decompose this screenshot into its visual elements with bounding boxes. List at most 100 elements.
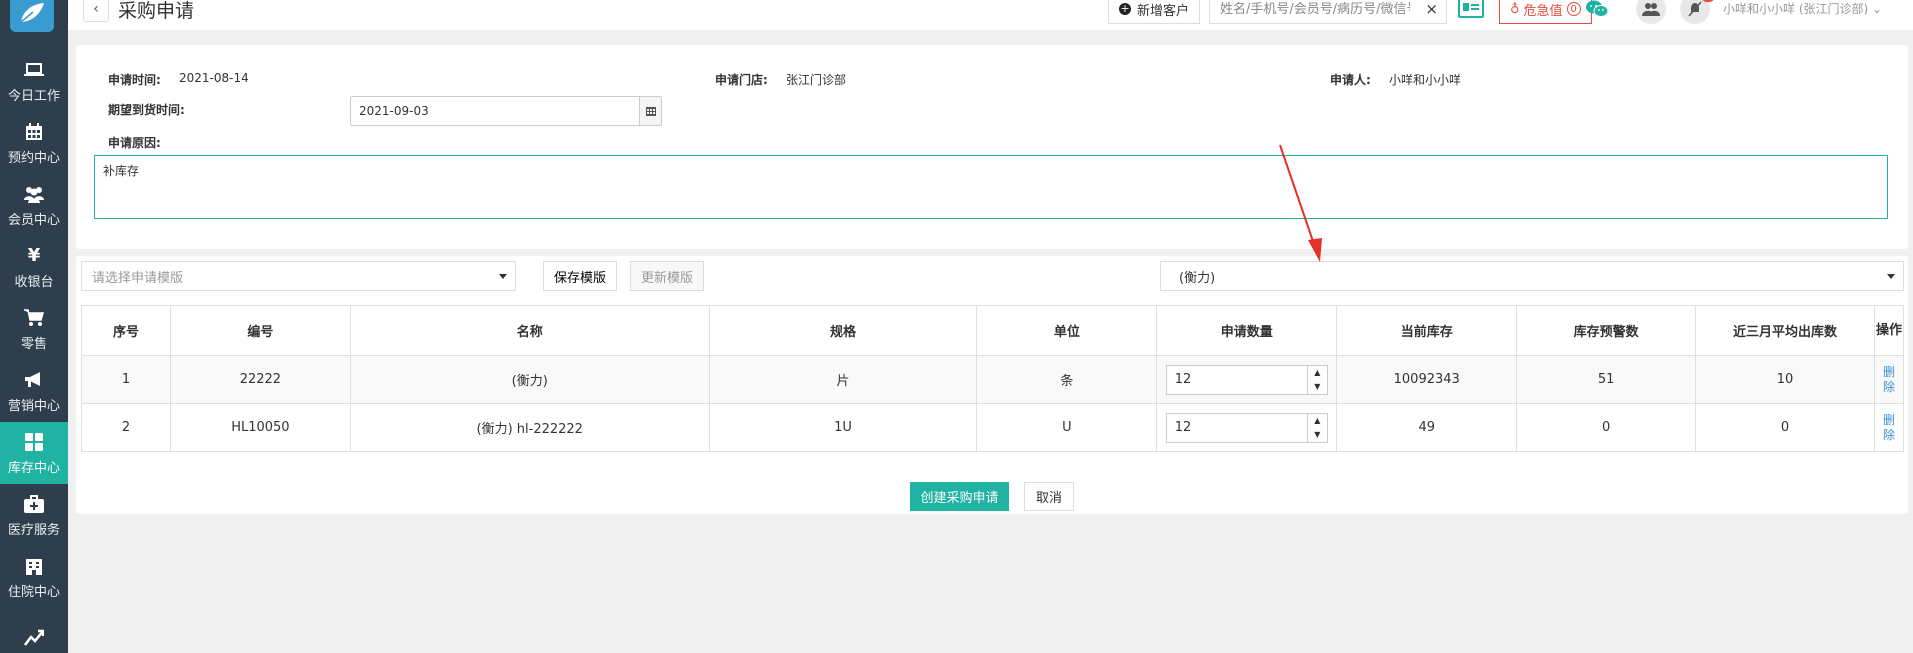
apply-time-value: 2021-08-14	[179, 71, 249, 85]
cell-code: HL10050	[169, 403, 351, 452]
critical-value-button[interactable]: ♁ 危急值 0	[1499, 0, 1592, 24]
sidebar: 今日工作 预约中心 会员中心 ¥ 收银台 零售 营销中心 库存中心 医疗服务 住…	[0, 0, 68, 653]
notification-mute-icon[interactable]	[1680, 0, 1710, 24]
stepper-arrows-icon[interactable]: ▲ ▼	[1306, 365, 1327, 394]
cell-avg: 0	[1695, 403, 1875, 452]
back-button[interactable]: ‹	[83, 0, 109, 22]
expected-date-input[interactable]	[351, 97, 631, 125]
template-select[interactable]: 请选择申请模版	[81, 261, 516, 291]
column-header: 规格	[708, 305, 978, 356]
cell-code: 22222	[169, 355, 351, 404]
expected-date-picker	[350, 96, 662, 126]
cell-action: 删除	[1873, 403, 1905, 452]
save-template-button[interactable]: 保存模版	[543, 261, 618, 291]
customer-search: ×	[1209, 0, 1447, 24]
column-header: 单位	[976, 305, 1158, 356]
column-header: 近三月平均出库数	[1695, 305, 1875, 356]
cell-avg: 10	[1695, 355, 1875, 404]
group-chat-icon[interactable]	[1636, 0, 1666, 24]
clear-icon[interactable]: ×	[1425, 0, 1438, 18]
delete-link[interactable]: 删除	[1882, 413, 1896, 443]
sidebar-item-cashier[interactable]: ¥ 收银台	[0, 236, 68, 298]
page-title: 采购申请	[118, 0, 195, 22]
cell-no: 2	[81, 403, 171, 452]
cell-warn: 0	[1516, 403, 1697, 452]
chevron-down-icon: ⌄	[1872, 2, 1883, 16]
sidebar-item-medical[interactable]: 医疗服务	[0, 484, 68, 546]
delete-link[interactable]: 删除	[1882, 365, 1896, 395]
user-menu[interactable]: 小咩和小小咩 (张江门诊部) ⌄	[1723, 0, 1882, 17]
sidebar-item-label: 今日工作	[7, 88, 60, 104]
sidebar-item-inpatient[interactable]: 住院中心	[0, 546, 68, 608]
member-card-icon[interactable]	[1458, 0, 1484, 18]
cancel-button[interactable]: 取消	[1024, 482, 1074, 511]
reason-textarea[interactable]: 补库存	[94, 155, 1888, 219]
quantity-input[interactable]	[1166, 365, 1297, 394]
new-customer-button[interactable]: + 新增客户	[1108, 0, 1201, 24]
hospital-icon	[23, 555, 45, 577]
new-customer-label: 新增客户	[1137, 3, 1190, 19]
template-select-placeholder: 请选择申请模版	[92, 270, 184, 286]
sidebar-item-members[interactable]: 会员中心	[0, 174, 68, 236]
cell-spec: 片	[708, 355, 978, 404]
column-header: 操作	[1873, 305, 1905, 356]
caret-down-icon	[1887, 274, 1895, 279]
expected-date-label: 期望到货时间:	[108, 103, 185, 117]
sidebar-item-label: 预约中心	[7, 150, 60, 166]
chart-icon	[23, 626, 45, 648]
cell-qty: ▲▼	[1156, 355, 1338, 404]
store-value: 张江门诊部	[786, 73, 847, 87]
grid-icon	[23, 431, 45, 453]
cell-unit: 条	[976, 355, 1158, 404]
applicant-label: 申请人:	[1330, 73, 1371, 87]
sidebar-item-reports[interactable]	[0, 608, 68, 653]
update-template-button[interactable]: 更新模版	[630, 261, 705, 291]
column-header: 申请数量	[1156, 305, 1338, 356]
cell-spec: 1U	[708, 403, 978, 452]
create-purchase-request-button[interactable]: 创建采购申请	[910, 482, 1009, 511]
logo[interactable]	[10, 0, 54, 32]
quantity-input[interactable]	[1166, 413, 1297, 442]
sidebar-item-label: 零售	[20, 336, 47, 352]
quantity-stepper: ▲▼	[1165, 364, 1328, 395]
items-table: 序号 编号 名称 规格 单位 申请数量 当前库存 库存预警数 近三月平均出库数 …	[81, 305, 1905, 452]
sidebar-item-inventory[interactable]: 库存中心	[0, 422, 68, 484]
cell-action: 删除	[1873, 355, 1905, 404]
cell-name: (衡力)	[349, 355, 710, 404]
sidebar-item-label: 库存中心	[7, 460, 60, 476]
top-header: ‹ 采购申请 + 新增客户 × ♁ 危急值 0 小咩和小小咩 (张江门诊部) ⌄	[68, 0, 1913, 30]
sidebar-item-label: 会员中心	[7, 212, 60, 228]
users-icon	[23, 183, 45, 205]
item-select[interactable]: (衡力)	[1160, 261, 1904, 291]
applicant-value: 小咩和小小咩	[1389, 73, 1462, 87]
calendar-icon[interactable]	[639, 97, 661, 125]
store-label: 申请门店:	[715, 73, 768, 87]
sidebar-item-label: 住院中心	[7, 584, 60, 600]
cell-stock: 10092343	[1336, 355, 1518, 404]
column-header: 序号	[81, 305, 171, 356]
quantity-stepper: ▲▼	[1165, 412, 1328, 443]
sidebar-item-appointment[interactable]: 预约中心	[0, 112, 68, 174]
leaf-logo-icon	[20, 3, 44, 23]
medkit-icon	[23, 493, 45, 515]
cell-warn: 51	[1516, 355, 1697, 404]
cell-stock: 49	[1336, 403, 1518, 452]
chevron-left-icon: ‹	[93, 1, 99, 17]
apply-time-label: 申请时间:	[108, 73, 161, 87]
customer-search-input[interactable]	[1220, 1, 1410, 17]
sidebar-item-today-work[interactable]: 今日工作	[0, 50, 68, 112]
laptop-icon	[23, 59, 45, 81]
table-header-row: 序号 编号 名称 规格 单位 申请数量 当前库存 库存预警数 近三月平均出库数 …	[81, 305, 1905, 356]
wechat-icon[interactable]	[1586, 0, 1609, 18]
sidebar-item-retail[interactable]: 零售	[0, 298, 68, 360]
sidebar-item-label: 收银台	[14, 274, 54, 290]
caret-down-icon	[499, 274, 507, 279]
sidebar-item-marketing[interactable]: 营销中心	[0, 360, 68, 422]
reason-label: 申请原因:	[108, 136, 161, 150]
column-header: 编号	[169, 305, 351, 356]
bell-icon: ♁	[1510, 1, 1520, 17]
stepper-arrows-icon[interactable]: ▲ ▼	[1306, 413, 1327, 442]
cell-no: 1	[81, 355, 171, 404]
megaphone-icon	[23, 369, 45, 391]
table-row: 2 HL10050 (衡力) hl-222222 1U U ▲▼ 49 0 0 …	[81, 403, 1905, 452]
